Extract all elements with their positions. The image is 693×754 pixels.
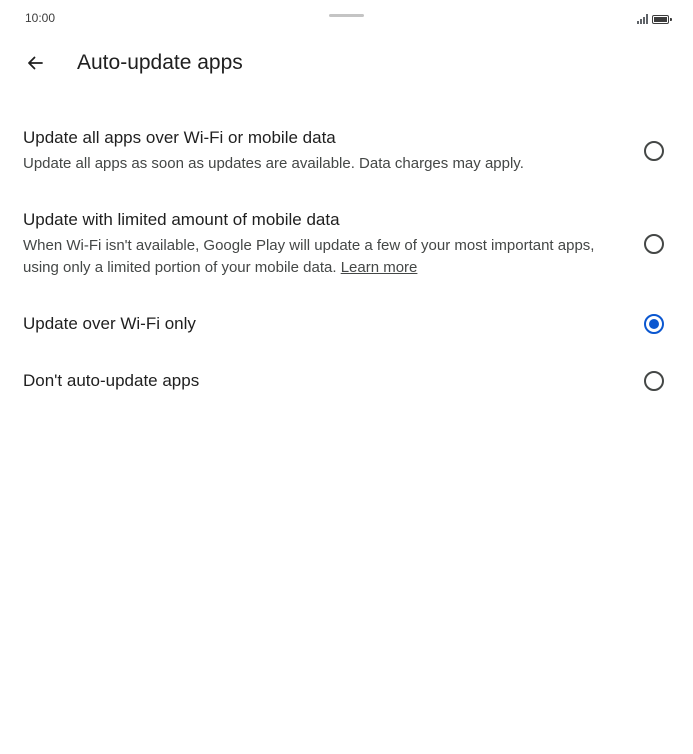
radio-dont-auto-update[interactable] xyxy=(644,371,664,391)
option-description: Update all apps as soon as updates are a… xyxy=(23,155,524,172)
battery-icon xyxy=(652,15,672,24)
app-bar: Auto-update apps xyxy=(0,40,693,86)
drag-handle[interactable] xyxy=(329,14,364,17)
status-time: 10:00 xyxy=(25,11,56,25)
option-text: Update all apps over Wi-Fi or mobile dat… xyxy=(23,127,613,175)
option-update-all-apps[interactable]: Update all apps over Wi-Fi or mobile dat… xyxy=(0,125,693,185)
option-text: Don't auto-update apps xyxy=(23,370,613,392)
radio-wifi-only[interactable] xyxy=(644,314,664,334)
option-title: Don't auto-update apps xyxy=(23,371,200,390)
arrow-left-icon xyxy=(28,56,43,70)
option-title: Update all apps over Wi-Fi or mobile dat… xyxy=(23,128,336,147)
option-title: Update with limited amount of mobile dat… xyxy=(23,210,340,229)
option-text: Update with limited amount of mobile dat… xyxy=(23,209,613,279)
option-text: Update over Wi-Fi only xyxy=(23,313,613,335)
option-title: Update over Wi-Fi only xyxy=(23,314,196,333)
option-description-text: When Wi-Fi isn't available, Google Play … xyxy=(23,237,595,276)
option-description: When Wi-Fi isn't available, Google Play … xyxy=(23,235,613,279)
radio-limited-mobile-data[interactable] xyxy=(644,234,664,254)
status-bar: 10:00 xyxy=(0,0,693,36)
option-dont-auto-update[interactable]: Don't auto-update apps xyxy=(0,367,693,397)
option-limited-mobile-data[interactable]: Update with limited amount of mobile dat… xyxy=(0,207,693,287)
back-button[interactable] xyxy=(20,48,50,78)
page-title: Auto-update apps xyxy=(77,51,243,74)
radio-update-all-apps[interactable] xyxy=(644,141,664,161)
option-wifi-only[interactable]: Update over Wi-Fi only xyxy=(0,310,693,340)
signal-icon xyxy=(637,14,648,24)
status-icons xyxy=(637,12,672,24)
learn-more-link[interactable]: Learn more xyxy=(341,259,418,276)
